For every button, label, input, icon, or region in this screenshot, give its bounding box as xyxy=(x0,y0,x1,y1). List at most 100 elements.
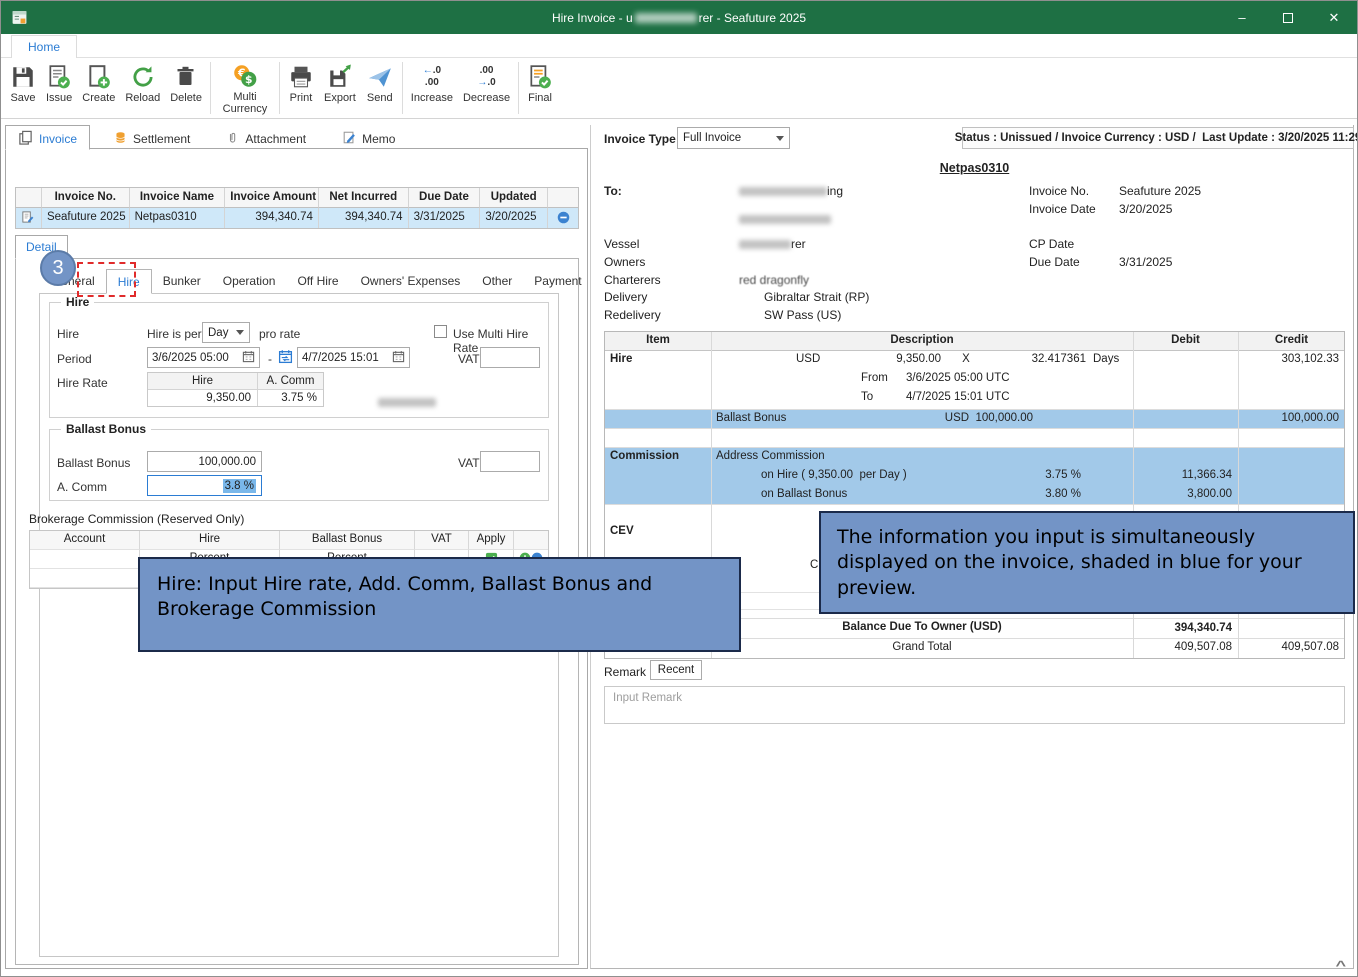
vessel-label: Vessel xyxy=(604,237,639,251)
account-cell[interactable] xyxy=(30,550,140,569)
ballast-acomm-input[interactable]: 3.8 % xyxy=(147,475,262,496)
invoice-no-value: Seafuture 2025 xyxy=(1119,184,1201,198)
period-from-value: 3/6/2025 05:00 xyxy=(152,352,229,364)
tab-payment[interactable]: Payment xyxy=(523,269,592,294)
period-label: Period xyxy=(57,352,92,366)
ribbon-separator xyxy=(402,62,403,114)
col-invoice-no[interactable]: Invoice No. xyxy=(42,188,130,208)
invoice-type-value: Full Invoice xyxy=(683,132,741,144)
minus-circle-icon[interactable] xyxy=(548,208,578,228)
use-multi-hire-checkbox[interactable] xyxy=(434,325,447,338)
period-to-input[interactable]: 4/7/2025 15:01 xyxy=(297,347,410,368)
col-invoice-name[interactable]: Invoice Name xyxy=(130,188,226,208)
final-button[interactable]: Final xyxy=(522,58,558,118)
delete-button[interactable]: Delete xyxy=(165,58,207,118)
ballast-bonus-groupbox: Ballast Bonus Ballast Bonus 100,000.00 V… xyxy=(49,429,549,501)
button-label: Decrease xyxy=(463,92,510,105)
vat-label: VAT xyxy=(458,456,480,470)
hire-rate-value[interactable]: 9,350.00 xyxy=(148,390,258,406)
issue-button[interactable]: Issue xyxy=(41,58,77,118)
tab-attachment[interactable]: Attachment xyxy=(214,125,318,149)
ballast-acomm-value: 3.8 % xyxy=(223,479,256,493)
multi-currency-button[interactable]: €$ Multi Currency xyxy=(214,58,276,118)
col-item: Item xyxy=(605,332,711,350)
row-indicator-header xyxy=(16,188,42,208)
vessel-value: rer xyxy=(739,237,806,251)
tab-invoice[interactable]: Invoice xyxy=(5,125,90,150)
chevron-down-icon xyxy=(776,136,784,141)
hire-currency: USD xyxy=(796,353,826,365)
svg-text:$: $ xyxy=(245,73,252,86)
redelivery-value: SW Pass (US) xyxy=(764,308,841,322)
charterers-label: Charterers xyxy=(604,273,661,287)
hire-acomm-value[interactable]: 3.75 % xyxy=(258,390,323,406)
ballast-bonus-input[interactable]: 100,000.00 xyxy=(147,451,262,472)
increase-decimal-button[interactable]: ←.0.00 Increase xyxy=(406,58,458,118)
redelivery-label: Redelivery xyxy=(604,308,661,322)
invoice-type-select[interactable]: Full Invoice xyxy=(677,127,790,149)
ribbon-collapse-icon[interactable]: ^ xyxy=(1336,958,1347,973)
period-from-input[interactable]: 3/6/2025 05:00 xyxy=(147,347,260,368)
col-updated[interactable]: Updated xyxy=(480,188,548,208)
col-invoice-amount[interactable]: Invoice Amount xyxy=(225,188,319,208)
create-button[interactable]: Create xyxy=(77,58,120,118)
tab-label: Memo xyxy=(362,132,395,146)
print-button[interactable]: Print xyxy=(283,58,319,118)
empty-row xyxy=(605,429,1344,448)
hire-vat-input[interactable] xyxy=(480,347,540,368)
col-due-date[interactable]: Due Date xyxy=(409,188,481,208)
row-actions-header xyxy=(548,188,578,208)
reload-button[interactable]: Reload xyxy=(120,58,165,118)
ballast-vat-input[interactable] xyxy=(480,451,540,472)
save-button[interactable]: Save xyxy=(5,58,41,118)
calendar-icon[interactable] xyxy=(242,350,255,366)
tab-off-hire[interactable]: Off Hire xyxy=(286,269,349,294)
grid-header-row: Invoice No. Invoice Name Invoice Amount … xyxy=(16,188,578,208)
invoice-row[interactable]: Seafuture 2025 Netpas0310 394,340.74 394… xyxy=(16,208,578,228)
tab-bunker[interactable]: Bunker xyxy=(152,269,212,294)
recent-button[interactable]: Recent xyxy=(650,660,702,680)
minimize-button[interactable]: – xyxy=(1219,1,1265,34)
col-net-incurred[interactable]: Net Incurred xyxy=(319,188,409,208)
close-button[interactable]: ✕ xyxy=(1311,1,1357,34)
hire-days: 32.417361 xyxy=(991,353,1086,365)
hire-per-value: Day xyxy=(208,327,228,339)
tab-home[interactable]: Home xyxy=(11,35,77,59)
tab-operation[interactable]: Operation xyxy=(212,269,287,294)
button-label: Create xyxy=(82,92,115,105)
calendar-icon[interactable] xyxy=(392,350,405,366)
hire-rate-table: Hire A. Comm 9,350.00 3.75 % xyxy=(147,372,324,407)
remark-input[interactable]: Input Remark xyxy=(604,686,1345,724)
cell-invoice-name: Netpas0310 xyxy=(130,208,226,228)
rate-col-acomm: A. Comm xyxy=(258,373,323,390)
document-tabs: Invoice Settlement Attachment Memo xyxy=(5,125,407,149)
to-value-line1: ing xyxy=(739,184,843,198)
groupbox-title: Hire xyxy=(61,295,94,309)
decrease-decimal-button[interactable]: .00→.0 Decrease xyxy=(458,58,515,118)
button-label: Print xyxy=(290,92,313,105)
to-label: To: xyxy=(604,184,622,198)
button-label: Reload xyxy=(125,92,160,105)
hire-multiplier: X xyxy=(941,353,991,365)
maximize-button[interactable] xyxy=(1265,1,1311,34)
calendar-sync-icon[interactable] xyxy=(278,349,293,367)
invoice-list-grid: Invoice No. Invoice Name Invoice Amount … xyxy=(15,187,579,229)
hire-per-select[interactable]: Day xyxy=(202,322,250,343)
tab-owners-expenses[interactable]: Owners' Expenses xyxy=(350,269,472,294)
preview-info-callout: The information you input is simultaneou… xyxy=(819,511,1355,614)
export-button[interactable]: Export xyxy=(319,58,361,118)
tab-other[interactable]: Other xyxy=(471,269,523,294)
to-label: To xyxy=(861,391,906,403)
col-hire: Hire xyxy=(140,531,280,550)
tab-settlement[interactable]: Settlement xyxy=(102,125,202,149)
ballast-bonus-value: 100,000.00 xyxy=(198,456,256,468)
printer-icon xyxy=(288,63,314,91)
ballast-label: Ballast Bonus xyxy=(716,412,786,424)
col-actions xyxy=(514,531,548,550)
ballast-credit: 100,000.00 xyxy=(1281,412,1339,424)
hire-to: 4/7/2025 15:01 UTC xyxy=(906,391,1010,403)
tab-memo[interactable]: Memo xyxy=(330,125,407,149)
to-value-line2 xyxy=(739,212,831,226)
commission-ballast-debit: 3,800.00 xyxy=(1187,488,1232,500)
send-button[interactable]: Send xyxy=(361,58,399,118)
